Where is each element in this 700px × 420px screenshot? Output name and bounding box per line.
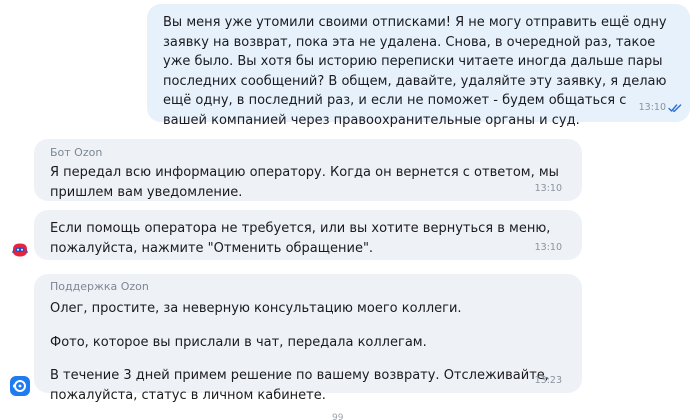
message-paragraph: Олег, простите, за неверную консультацию… <box>50 301 462 316</box>
message-time: 13:23 <box>534 375 562 386</box>
message-time: 13:10 <box>534 242 562 253</box>
message-text: Если помощь оператора не требуется, или … <box>50 221 551 256</box>
chat-thread: Вы меня уже утомили своими отписками! Я … <box>0 0 700 420</box>
ozon-bot-avatar-icon[interactable] <box>10 240 30 260</box>
user-message: Вы меня уже утомили своими отписками! Я … <box>147 4 690 128</box>
message-text: Вы меня уже утомили своими отписками! Я … <box>163 15 667 128</box>
support-message: Поддержка Ozon Олег, простите, за неверн… <box>34 274 582 403</box>
message-paragraph: Фото, которое вы прислали в чат, передал… <box>50 334 427 350</box>
message-time: 13:10 <box>638 102 666 113</box>
bot-message: Если помощь оператора не требуется, или … <box>34 210 582 260</box>
sender-name: Поддержка Ozon <box>50 280 149 293</box>
double-check-icon <box>668 104 682 113</box>
message-paragraph: В течение 3 дней примем решение по вашем… <box>50 368 549 403</box>
scroll-badge[interactable]: 99 <box>332 413 343 420</box>
bot-message: Бот Ozon Я передал всю информацию операт… <box>34 139 582 201</box>
message-time: 13:10 <box>534 183 562 194</box>
ozon-support-avatar-icon[interactable] <box>10 376 30 396</box>
message-text: Я передал всю информацию оператору. Когд… <box>50 165 559 200</box>
sender-name: Бот Ozon <box>50 146 103 159</box>
